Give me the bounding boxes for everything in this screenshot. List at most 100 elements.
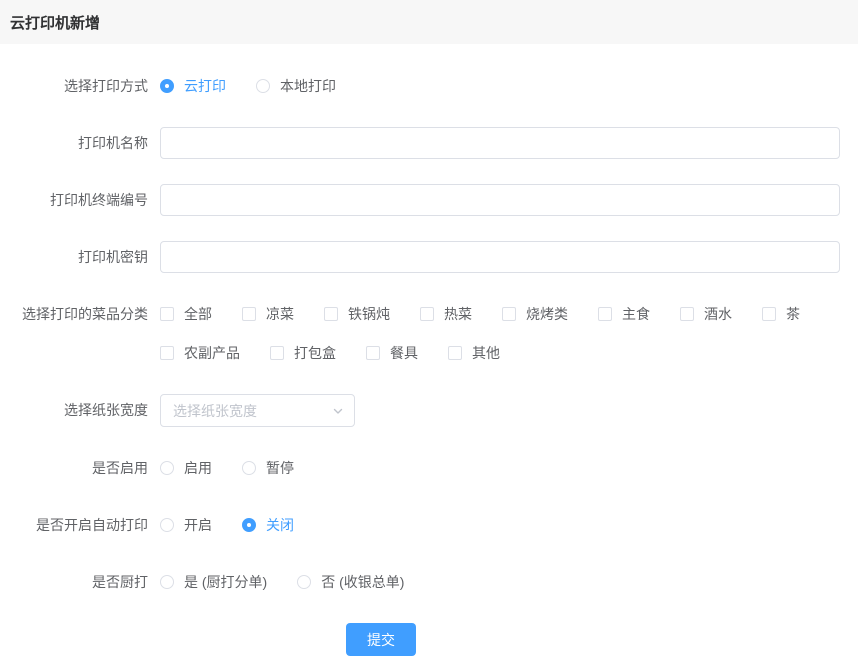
terminal-no-label: 打印机终端编号 [0, 184, 160, 216]
checkbox-option[interactable]: 烧烤类 [502, 298, 568, 330]
checkbox-option-label: 其他 [472, 343, 500, 363]
checkbox-icon [242, 307, 256, 321]
form-row-kitchen-print: 是否厨打 是 (厨打分单) 否 (收银总单) [0, 566, 858, 598]
radio-option-label: 云打印 [184, 76, 226, 96]
checkbox-icon [270, 346, 284, 360]
radio-option[interactable]: 云打印 [160, 70, 226, 102]
page-title: 云打印机新增 [10, 12, 100, 33]
printer-key-field-wrap [160, 241, 840, 273]
checkbox-option[interactable]: 打包盒 [270, 337, 336, 369]
checkbox-icon [160, 307, 174, 321]
radio-icon [160, 461, 174, 475]
form-row-dish-categories: 选择打印的菜品分类 全部 凉菜 铁锅炖 热菜 烧烤类 主食 酒水 茶 农副产品 打包盒 餐具 其他 [0, 298, 858, 369]
checkbox-icon [762, 307, 776, 321]
enabled-radio-group: 启用 暂停 [160, 452, 840, 484]
radio-option[interactable]: 关闭 [242, 509, 294, 541]
checkbox-option-label: 打包盒 [294, 343, 336, 363]
checkbox-option-label: 农副产品 [184, 343, 240, 363]
checkbox-option-label: 茶 [786, 304, 800, 324]
terminal-no-input[interactable] [160, 184, 840, 216]
form-row-printer-name: 打印机名称 [0, 127, 858, 159]
radio-option[interactable]: 本地打印 [256, 70, 336, 102]
radio-option-label: 本地打印 [280, 76, 336, 96]
printer-form: 选择打印方式 云打印 本地打印 打印机名称 打印机终端编号 打印机密钥 选择打印的… [0, 44, 858, 656]
form-row-auto-print: 是否开启自动打印 开启 关闭 [0, 509, 858, 541]
checkbox-option-label: 酒水 [704, 304, 732, 324]
checkbox-option[interactable]: 茶 [762, 298, 800, 330]
printer-key-input[interactable] [160, 241, 840, 273]
checkbox-option-label: 凉菜 [266, 304, 294, 324]
checkbox-option-label: 全部 [184, 304, 212, 324]
printer-name-field-wrap [160, 127, 840, 159]
terminal-no-field-wrap [160, 184, 840, 216]
printer-name-label: 打印机名称 [0, 127, 160, 159]
radio-icon [160, 575, 174, 589]
kitchen-print-label: 是否厨打 [0, 566, 160, 598]
checkbox-icon [448, 346, 462, 360]
printer-key-label: 打印机密钥 [0, 241, 160, 273]
radio-option[interactable]: 否 (收银总单) [297, 566, 404, 598]
checkbox-option-label: 主食 [622, 304, 650, 324]
checkbox-option-label: 铁锅炖 [348, 304, 390, 324]
dish-categories-checkbox-group: 全部 凉菜 铁锅炖 热菜 烧烤类 主食 酒水 茶 农副产品 打包盒 餐具 其他 [160, 298, 840, 369]
radio-option[interactable]: 是 (厨打分单) [160, 566, 267, 598]
radio-option[interactable]: 启用 [160, 452, 212, 484]
radio-option[interactable]: 开启 [160, 509, 212, 541]
page-header: 云打印机新增 [0, 0, 858, 44]
enabled-label: 是否启用 [0, 452, 160, 484]
radio-option-label: 否 (收银总单) [321, 572, 404, 592]
checkbox-icon [324, 307, 338, 321]
paper-width-label: 选择纸张宽度 [0, 394, 160, 427]
form-row-submit: 提交 [0, 623, 858, 656]
checkbox-option-label: 餐具 [390, 343, 418, 363]
dish-categories-label: 选择打印的菜品分类 [0, 298, 160, 369]
checkbox-icon [366, 346, 380, 360]
paper-width-placeholder: 选择纸张宽度 [173, 401, 257, 421]
checkbox-icon [502, 307, 516, 321]
paper-width-select[interactable]: 选择纸张宽度 [160, 394, 355, 427]
radio-option[interactable]: 暂停 [242, 452, 294, 484]
print-method-radio-group: 云打印 本地打印 [160, 70, 840, 102]
checkbox-option[interactable]: 主食 [598, 298, 650, 330]
checkbox-icon [160, 346, 174, 360]
form-row-enabled: 是否启用 启用 暂停 [0, 452, 858, 484]
radio-option-label: 暂停 [266, 458, 294, 478]
checkbox-icon [420, 307, 434, 321]
radio-icon [160, 79, 174, 93]
checkbox-icon [598, 307, 612, 321]
checkbox-option[interactable]: 全部 [160, 298, 212, 330]
paper-width-field-wrap: 选择纸张宽度 [160, 394, 840, 427]
form-row-terminal-no: 打印机终端编号 [0, 184, 858, 216]
checkbox-option-label: 烧烤类 [526, 304, 568, 324]
checkbox-option[interactable]: 酒水 [680, 298, 732, 330]
submit-button[interactable]: 提交 [346, 623, 416, 656]
form-row-printer-key: 打印机密钥 [0, 241, 858, 273]
form-row-print-method: 选择打印方式 云打印 本地打印 [0, 70, 858, 102]
kitchen-print-radio-group: 是 (厨打分单) 否 (收银总单) [160, 566, 840, 598]
checkbox-option[interactable]: 其他 [448, 337, 500, 369]
radio-option-label: 开启 [184, 515, 212, 535]
checkbox-option[interactable]: 铁锅炖 [324, 298, 390, 330]
radio-option-label: 关闭 [266, 515, 294, 535]
radio-option-label: 启用 [184, 458, 212, 478]
checkbox-option[interactable]: 凉菜 [242, 298, 294, 330]
dish-categories-row-1: 全部 凉菜 铁锅炖 热菜 烧烤类 主食 酒水 茶 [160, 298, 830, 330]
printer-name-input[interactable] [160, 127, 840, 159]
checkbox-option-label: 热菜 [444, 304, 472, 324]
checkbox-option[interactable]: 热菜 [420, 298, 472, 330]
radio-icon [242, 518, 256, 532]
radio-icon [256, 79, 270, 93]
radio-icon [297, 575, 311, 589]
radio-icon [242, 461, 256, 475]
auto-print-radio-group: 开启 关闭 [160, 509, 840, 541]
checkbox-icon [680, 307, 694, 321]
dish-categories-row-2: 农副产品 打包盒 餐具 其他 [160, 337, 530, 369]
chevron-down-icon [332, 405, 344, 417]
checkbox-option[interactable]: 餐具 [366, 337, 418, 369]
checkbox-option[interactable]: 农副产品 [160, 337, 240, 369]
auto-print-label: 是否开启自动打印 [0, 509, 160, 541]
radio-option-label: 是 (厨打分单) [184, 572, 267, 592]
radio-icon [160, 518, 174, 532]
form-row-paper-width: 选择纸张宽度 选择纸张宽度 [0, 394, 858, 427]
print-method-label: 选择打印方式 [0, 70, 160, 102]
